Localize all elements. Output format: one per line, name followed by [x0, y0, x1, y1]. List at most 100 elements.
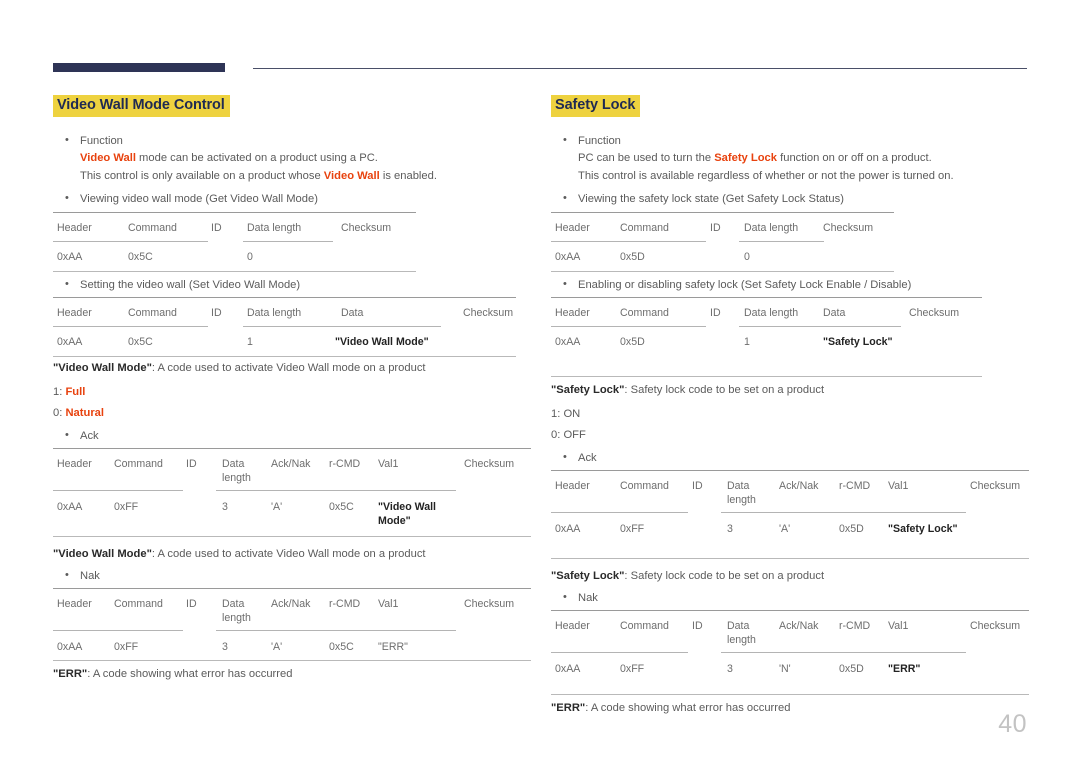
mid-rule-seg-1: [551, 652, 688, 654]
th-checksum: Checksum: [341, 221, 392, 234]
function-label-left: Function: [80, 134, 123, 147]
code-note-2-left: "Video Wall Mode": A code used to activa…: [53, 546, 531, 564]
td-header: 0xAA: [555, 523, 581, 536]
code-note-1-right: "Safety Lock": Safety lock code to be se…: [551, 382, 1029, 400]
function-label-right: Function: [578, 134, 621, 147]
td-data-length: 3: [222, 641, 228, 654]
td-data: "Video Wall Mode": [335, 336, 429, 349]
code-note-rest: : A code used to activate Video Wall mod…: [151, 362, 426, 375]
table-top-rule: [53, 448, 531, 450]
table-bottom-rule: [551, 694, 1029, 696]
th-checksum: Checksum: [464, 458, 515, 471]
table-set-left: Header Command ID Data length Data Check…: [53, 297, 531, 358]
mid-rule-seg-2: [721, 652, 966, 654]
td-data-length: 1: [247, 336, 253, 349]
th-header: Header: [555, 307, 590, 320]
th-ack-nak: Ack/Nak: [271, 458, 311, 471]
fn2-pre-left: This control is only available on a prod…: [80, 169, 324, 182]
option-2-right: 0: OFF: [551, 427, 1029, 445]
td-header: 0xAA: [555, 663, 581, 676]
td-header: 0xAA: [555, 250, 581, 263]
page-title-left: Video Wall Mode Control: [53, 95, 230, 117]
td-ack-nak: 'A': [271, 641, 283, 654]
th-checksum: Checksum: [464, 598, 515, 611]
err-note-left: "ERR": A code showing what error has occ…: [53, 666, 531, 684]
td-command: 0x5D: [620, 250, 645, 263]
fn2-post-left: is enabled.: [379, 169, 437, 182]
option-2-left: 0: Natural: [53, 405, 531, 423]
th-id: ID: [186, 458, 197, 471]
th-data-length: Data length: [222, 458, 251, 485]
fn1-em-right: Safety Lock: [714, 152, 778, 165]
th-command: Command: [620, 307, 669, 320]
fn1-post-right: function on or off on a product.: [777, 152, 932, 165]
th-checksum: Checksum: [909, 307, 960, 320]
table-top-rule: [551, 610, 1029, 612]
th-val1: Val1: [888, 620, 909, 633]
mid-rule-seg-2: [721, 512, 966, 514]
err-note-term: "ERR": [53, 668, 88, 681]
td-ack-nak: 'A': [271, 501, 283, 514]
err-note-term: "ERR": [551, 702, 586, 715]
mid-rule-seg-1: [551, 326, 706, 328]
td-command: 0xFF: [114, 641, 139, 654]
option-value: Natural: [65, 407, 104, 420]
mid-rule-seg-1: [53, 630, 183, 632]
th-command: Command: [620, 620, 669, 633]
th-data-length: Data length: [744, 221, 799, 234]
option-1-right: 1: ON: [551, 406, 1029, 424]
table-ack-left: Header Command ID Data length Ack/Nak r-…: [53, 448, 531, 538]
table-get-left: Header Command ID Data length Checksum 0…: [53, 211, 531, 272]
table-bottom-rule: [53, 270, 416, 272]
option-key: 0:: [551, 429, 564, 442]
td-val1: "ERR": [888, 663, 921, 676]
table-ack-right: Header Command ID Data length Ack/Nak r-…: [551, 470, 1029, 560]
option-value: ON: [563, 407, 581, 420]
right-column: Safety Lock Function PC can be used to t…: [551, 95, 1029, 718]
th-id: ID: [710, 307, 721, 320]
mid-rule-seg-2: [739, 240, 824, 242]
th-checksum: Checksum: [970, 480, 1021, 493]
fn1-pre-right: PC can be used to turn the: [578, 152, 715, 165]
page-number: 40: [998, 710, 1027, 738]
th-header: Header: [57, 221, 92, 234]
bullet-get-left: Viewing video wall mode (Get Video Wall …: [53, 190, 531, 209]
th-checksum: Checksum: [823, 221, 874, 234]
table-bottom-rule: [551, 270, 894, 272]
th-command: Command: [128, 221, 177, 234]
table-bottom-rule: [551, 376, 982, 378]
th-data-length: Data length: [222, 598, 251, 625]
bullet-get-right: Viewing the safety lock state (Get Safet…: [551, 190, 1029, 209]
option-value: Full: [65, 385, 86, 398]
option-key: 1:: [53, 385, 66, 398]
th-header: Header: [57, 307, 92, 320]
mid-rule-seg-1: [53, 240, 208, 242]
table-bottom-rule: [53, 536, 531, 538]
mid-rule-seg-1: [53, 490, 183, 492]
th-data-length: Data length: [247, 221, 302, 234]
table-top-rule: [53, 211, 416, 213]
th-command: Command: [114, 458, 163, 471]
td-command: 0x5D: [620, 336, 645, 349]
mid-rule-seg-2: [216, 490, 456, 492]
th-r-cmd: r-CMD: [329, 598, 361, 611]
table-bottom-rule: [53, 356, 516, 358]
function-line-2-left: This control is only available on a prod…: [80, 168, 531, 186]
td-data-length: 0: [247, 250, 253, 263]
th-data: Data: [341, 307, 364, 320]
th-r-cmd: r-CMD: [839, 620, 871, 633]
table-nak-right: Header Command ID Data length Ack/Nak r-…: [551, 610, 1029, 696]
td-ack-nak: 'A': [779, 523, 791, 536]
td-command: 0xFF: [620, 663, 645, 676]
td-data: "Safety Lock": [823, 336, 893, 349]
table-set-right: Header Command ID Data length Data Check…: [551, 297, 1029, 378]
table-bottom-rule: [551, 558, 1029, 560]
bullet-nak-left: Nak: [53, 567, 531, 586]
td-r-cmd: 0x5C: [329, 641, 354, 654]
td-header: 0xAA: [555, 336, 581, 349]
header-thin-rule: [253, 68, 1027, 69]
mid-rule-seg-2: [216, 630, 456, 632]
code-note-rest: : Safety lock code to be set on a produc…: [624, 570, 825, 583]
table-top-rule: [551, 211, 894, 213]
th-data-length: Data length: [727, 480, 756, 507]
